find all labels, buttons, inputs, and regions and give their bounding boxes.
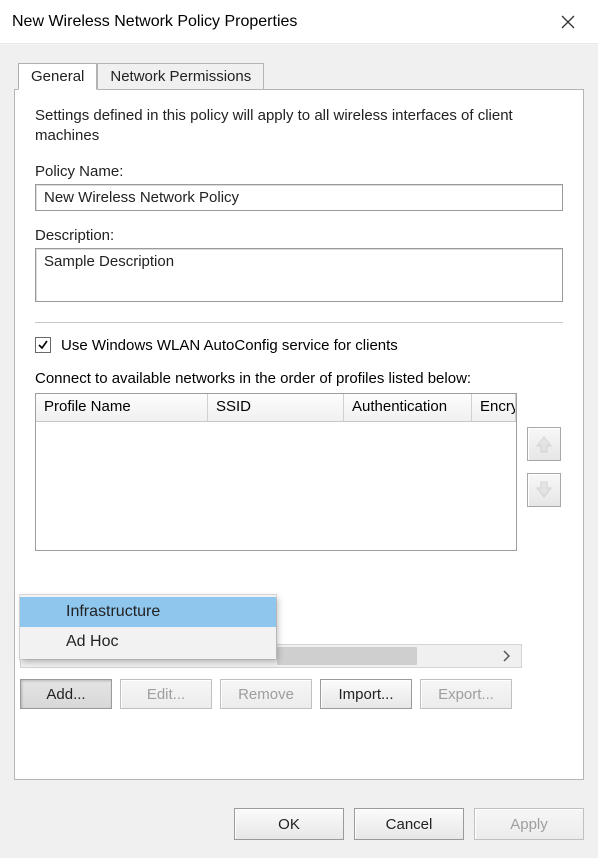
dialog-buttons: OK Cancel Apply: [234, 808, 584, 840]
checkmark-icon: [37, 339, 49, 351]
autoconfig-label: Use Windows WLAN AutoConfig service for …: [61, 337, 398, 354]
window-title: New Wireless Network Policy Properties: [12, 13, 546, 31]
scrollbar-thumb[interactable]: [277, 647, 417, 665]
intro-text: Settings defined in this policy will app…: [35, 106, 563, 147]
cancel-button[interactable]: Cancel: [354, 808, 464, 840]
move-down-button[interactable]: [527, 473, 561, 507]
columns-header: Profile Name SSID Authentication Encrypt…: [36, 394, 516, 422]
tab-strip: General Network Permissions: [18, 61, 264, 89]
separator: [35, 322, 563, 323]
title-bar: New Wireless Network Policy Properties: [0, 0, 598, 44]
column-ssid[interactable]: SSID: [208, 394, 344, 421]
add-button[interactable]: Add...: [20, 679, 112, 709]
profiles-listview[interactable]: Profile Name SSID Authentication Encrypt…: [35, 393, 517, 551]
menu-item-adhoc[interactable]: Ad Hoc: [20, 627, 276, 657]
tab-panel-general: Settings defined in this policy will app…: [14, 89, 584, 780]
arrow-down-icon: [534, 480, 554, 500]
dialog-client-area: General Network Permissions Settings def…: [0, 44, 598, 858]
arrow-up-icon: [534, 434, 554, 454]
column-encryption[interactable]: Encryption: [472, 394, 516, 421]
remove-button: Remove: [220, 679, 312, 709]
description-input[interactable]: [35, 248, 563, 302]
edit-button: Edit...: [120, 679, 212, 709]
tab-network-permissions[interactable]: Network Permissions: [97, 63, 264, 89]
tab-general[interactable]: General: [18, 63, 97, 90]
move-up-button[interactable]: [527, 427, 561, 461]
ok-button[interactable]: OK: [234, 808, 344, 840]
policy-name-input[interactable]: [35, 184, 563, 211]
close-button[interactable]: [546, 4, 590, 40]
close-icon: [561, 15, 575, 29]
policy-name-label: Policy Name:: [35, 163, 563, 180]
apply-button: Apply: [474, 808, 584, 840]
profile-actions: Add... Edit... Remove Import... Export..…: [20, 679, 512, 709]
connect-order-label: Connect to available networks in the ord…: [35, 370, 563, 387]
menu-item-infrastructure[interactable]: Infrastructure: [20, 597, 276, 627]
scroll-right-arrow[interactable]: [495, 647, 517, 665]
export-button: Export...: [420, 679, 512, 709]
autoconfig-row: Use Windows WLAN AutoConfig service for …: [35, 337, 563, 354]
column-profile-name[interactable]: Profile Name: [36, 394, 208, 421]
add-popup-menu: Infrastructure Ad Hoc: [20, 595, 276, 659]
chevron-right-icon: [502, 650, 510, 662]
reorder-controls: [527, 393, 563, 551]
autoconfig-checkbox[interactable]: [35, 337, 51, 353]
description-label: Description:: [35, 227, 563, 244]
profiles-section: Profile Name SSID Authentication Encrypt…: [35, 393, 563, 551]
import-button[interactable]: Import...: [320, 679, 412, 709]
column-authentication[interactable]: Authentication: [344, 394, 472, 421]
profiles-list-body[interactable]: [36, 422, 516, 551]
